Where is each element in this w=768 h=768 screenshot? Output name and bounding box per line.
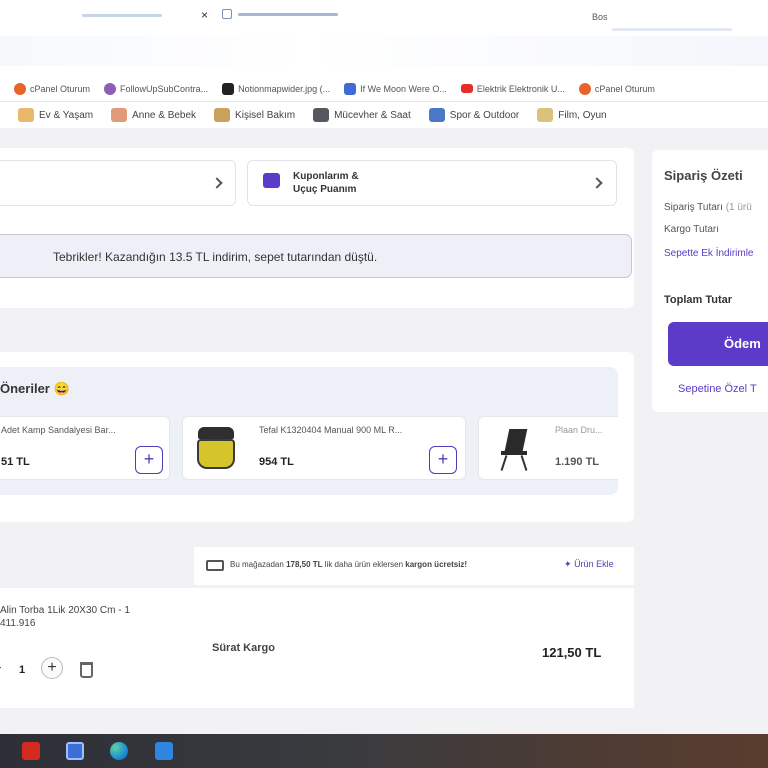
browser-toolbar: × Bos (0, 0, 768, 76)
special-offer-link[interactable]: Sepetine Özel T (678, 383, 757, 395)
bookmark-item[interactable]: FollowUpSubContra... (97, 82, 215, 95)
bookmark-favicon-icon (104, 82, 117, 95)
bookmark-item[interactable]: If We Moon Were O... (337, 82, 454, 95)
chevron-right-icon (211, 177, 223, 189)
quantity-value[interactable]: 1 (19, 664, 25, 676)
pdf-reader-icon[interactable] (22, 742, 40, 760)
category-nav: Ev & Yaşam Anne & Bebek Kişisel Bakım Mü… (0, 102, 768, 128)
sports-category-icon (428, 108, 445, 122)
personal-care-category-icon (214, 108, 231, 122)
home-category-icon (18, 108, 34, 122)
suggestion-card[interactable]: Tefal K1320404 Manual 900 ML R... 954 TL… (182, 416, 466, 480)
total-label: Toplam Tutar (664, 294, 733, 306)
bookmark-item[interactable]: Notionmapwider.jpg (... (215, 82, 337, 95)
youtube-icon (460, 84, 473, 93)
suggestion-card[interactable]: Adet Kamp Sandalyesi Bar... 51 TL + (0, 416, 170, 480)
add-to-cart-button[interactable]: + (135, 446, 163, 474)
coupons-card[interactable]: Kuponlarım & Uçuç Puanım (247, 160, 617, 206)
order-total-row: Sipariş Tutarı (1 ürü (664, 202, 752, 213)
chevron-right-icon (591, 177, 603, 189)
suggestions-title: Öneriler 😄 (0, 381, 70, 396)
app-taskbar-icon[interactable] (66, 742, 84, 760)
shipper-name: Sürat Kargo (212, 642, 275, 654)
product-image (195, 425, 237, 473)
tab-favicon-icon (222, 9, 232, 19)
blurred-tab-title (238, 13, 338, 16)
bookmarks-bar: cPanel Oturum FollowUpSubContra... Notio… (0, 76, 768, 102)
blurred-address (612, 28, 732, 31)
jewelry-category-icon (313, 108, 330, 122)
cart-item-price: 121,50 TL (542, 645, 602, 660)
smile-emoji-icon: 😄 (53, 381, 70, 396)
tab-close-icon[interactable]: × (201, 8, 208, 22)
category-item[interactable]: Kişisel Bakım (205, 108, 304, 122)
bookmark-favicon-icon (222, 82, 235, 95)
product-image (493, 425, 533, 473)
cpanel-icon (578, 82, 591, 95)
add-to-cart-button[interactable]: + (429, 446, 457, 474)
address-bar-area[interactable] (0, 36, 768, 66)
coupons-title: Kuponlarım & Uçuç Puanım (293, 171, 359, 195)
quantity-minus-button[interactable]: − (0, 660, 4, 680)
category-item[interactable]: Mücevher & Saat (304, 108, 420, 122)
bookmark-item[interactable]: Elektrik Elektronik U... (454, 84, 572, 94)
suggestion-card[interactable]: Plaan Dru... 1.190 TL (478, 416, 618, 480)
truck-icon (206, 560, 224, 571)
cart-item-name: Alin Torba 1Lik 20X30 Cm - 1 411.916 (0, 605, 130, 629)
cart-item: Alin Torba 1Lik 20X30 Cm - 1 411.916 − 1… (0, 588, 634, 708)
film-category-icon (537, 108, 554, 122)
pay-button[interactable]: Ödem (668, 322, 768, 366)
baby-category-icon (111, 108, 128, 122)
category-item[interactable]: Spor & Outdoor (420, 108, 528, 122)
quantity-plus-button[interactable]: + (41, 657, 63, 679)
category-item[interactable]: Film, Oyun (528, 108, 615, 122)
trash-icon[interactable] (80, 662, 93, 678)
image-editor-icon[interactable] (155, 742, 173, 760)
discount-banner: Tebrikler! Kazandığın 13.5 TL indirim, s… (0, 234, 632, 278)
taskbar (0, 734, 768, 768)
blurred-tab-text (82, 14, 162, 17)
coupon-icon (263, 173, 280, 188)
tab-short-label[interactable]: Bos (592, 12, 608, 22)
add-product-link[interactable]: ✦ Ürün Ekle (564, 559, 614, 570)
bookmark-item[interactable]: cPanel Oturum (572, 82, 662, 95)
plus-icon: ✦ (564, 559, 572, 569)
cpanel-icon (14, 82, 26, 95)
category-item[interactable]: Ev & Yaşam (0, 108, 102, 122)
address-card[interactable] (0, 160, 236, 206)
cart-discount-link[interactable]: Sepette Ek İndirimle (664, 248, 754, 259)
discount-message: Tebrikler! Kazandığın 13.5 TL indirim, s… (53, 250, 378, 264)
summary-title: Sipariş Özeti (664, 168, 743, 183)
order-summary-panel: Sipariş Özeti Sipariş Tutarı (1 ürü Karg… (652, 150, 768, 412)
category-item[interactable]: Anne & Bebek (102, 108, 205, 122)
bookmark-favicon-icon (344, 82, 357, 95)
bookmark-item[interactable]: cPanel Oturum (0, 82, 97, 95)
edge-browser-icon[interactable] (110, 742, 128, 760)
shipping-total-row: Kargo Tutarı (664, 224, 720, 235)
free-shipping-notice: Bu mağazadan 178,50 TL lik daha ürün ekl… (194, 547, 634, 585)
shipping-message: Bu mağazadan 178,50 TL lik daha ürün ekl… (230, 560, 468, 569)
